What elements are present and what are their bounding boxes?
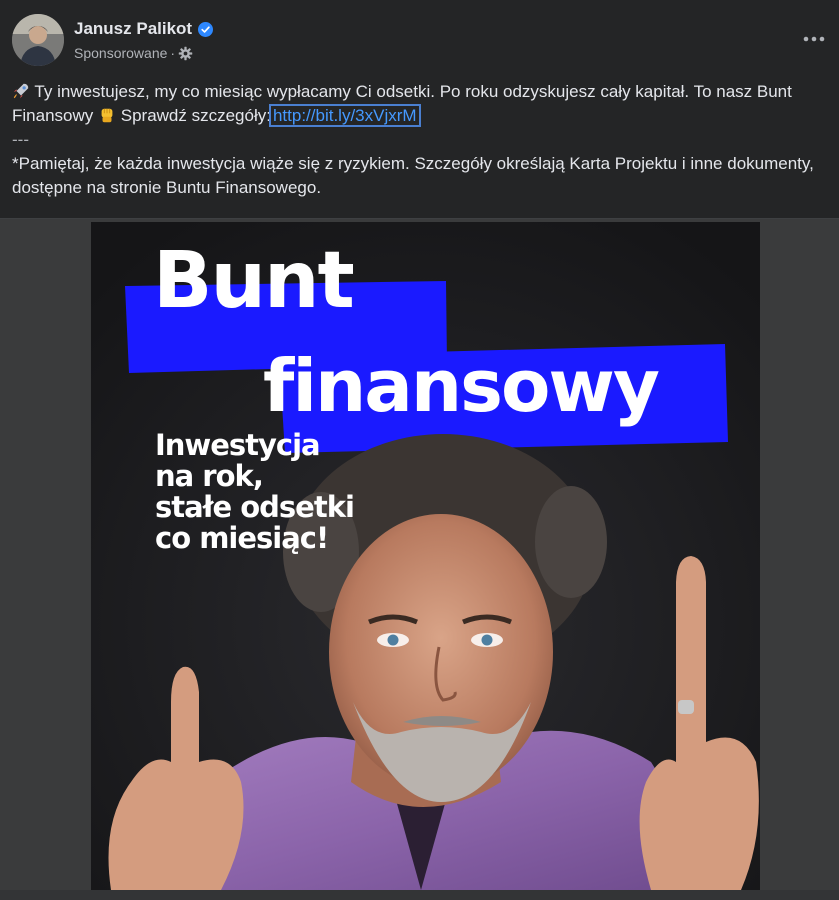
author-name-text[interactable]: Janusz Palikot <box>74 19 192 39</box>
sponsored-label[interactable]: Sponsorowane <box>74 45 167 61</box>
author-name[interactable]: Janusz Palikot <box>74 19 214 39</box>
rocket-emoji-icon <box>13 83 29 99</box>
more-dots-icon <box>803 36 825 42</box>
meta-separator: · <box>170 45 176 61</box>
hair-side-right <box>535 486 607 598</box>
iris-left <box>387 634 399 646</box>
verified-badge-icon <box>198 21 214 37</box>
ad-title-line1: Bunt <box>153 236 355 326</box>
post-message: Ty inwestujesz, my co miesiąc wypłacamy … <box>12 80 832 200</box>
post-text-cta: Sprawdź szczegóły: <box>120 106 271 125</box>
gear-icon[interactable] <box>178 46 193 61</box>
post-header: Janusz Palikot Sponsorowane · <box>0 0 839 72</box>
avatar-image <box>12 14 64 66</box>
post-divider: --- <box>12 130 29 149</box>
ad-title-line2: finansowy <box>263 344 660 428</box>
ad-tagline-line: co miesiąc! <box>155 521 329 555</box>
facebook-post: Janusz Palikot Sponsorowane · Ty inwestu… <box>0 0 839 900</box>
ad-tagline: Inwestycja na rok, stałe odsetki co mies… <box>155 428 355 555</box>
ad-tagline-line: na rok, <box>155 459 264 493</box>
raised-fist-emoji-icon <box>101 108 113 123</box>
post-disclaimer: *Pamiętaj, że każda inwestycja wiąże się… <box>12 154 814 197</box>
ad-tagline-line: Inwestycja <box>155 428 321 462</box>
post-meta: Sponsorowane · <box>74 45 193 61</box>
ad-image[interactable]: Bunt finansowy Inwestycja na rok, stałe … <box>91 222 760 890</box>
avatar[interactable] <box>12 14 64 66</box>
post-link[interactable]: http://bit.ly/3xVjxrM <box>268 104 421 127</box>
more-options-button[interactable] <box>799 24 829 54</box>
iris-right <box>481 634 493 646</box>
ring <box>678 700 694 714</box>
ad-tagline-line: stałe odsetki <box>155 490 355 524</box>
post-paragraph-main: Ty inwestujesz, my co miesiąc wypłacamy … <box>12 80 832 128</box>
post-bottom-edge <box>0 890 839 900</box>
